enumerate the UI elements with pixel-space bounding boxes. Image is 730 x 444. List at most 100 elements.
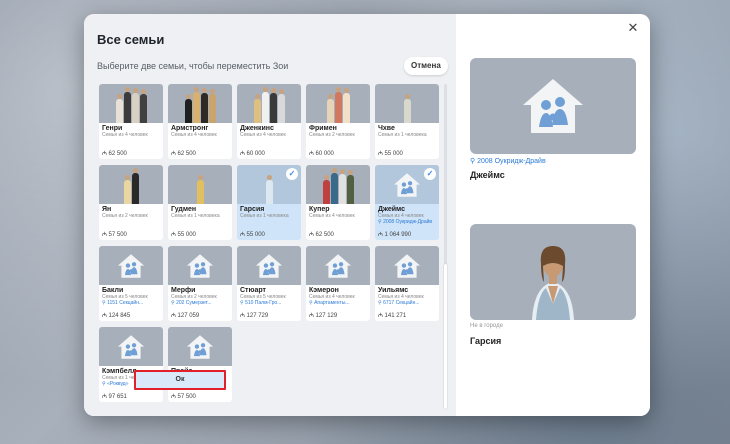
family-address-text: «Роквуд» bbox=[107, 381, 129, 387]
sim-figure bbox=[131, 168, 139, 204]
family-house-icon bbox=[186, 334, 214, 359]
ok-button[interactable]: Ок bbox=[134, 370, 226, 390]
family-card[interactable]: Кэмпбелл Семья из 1 человека ⚲ «Роквуд» ₼ 9… bbox=[99, 327, 163, 402]
family-card[interactable]: Купер Семья из 4 человек ₼ 62 500 bbox=[306, 165, 370, 240]
family-name: Армстронг bbox=[171, 125, 209, 132]
sim-figure bbox=[334, 87, 342, 123]
sim-figure bbox=[208, 89, 216, 123]
family-name: Чхве bbox=[378, 125, 395, 132]
family-name: Ян bbox=[102, 206, 112, 213]
family-address: ⚲ Апартаменты... bbox=[306, 300, 370, 306]
family-card[interactable]: ✓ Джеймс Семья из 4 человек ⚲ 2008 Оукридж-… bbox=[375, 165, 439, 240]
family-card[interactable]: Бакли Семья из 5 человек ⚲ 1151 Секцайн...… bbox=[99, 246, 163, 321]
family-address-text: Апартаменты... bbox=[314, 300, 350, 306]
family-size: Семья из 4 человек bbox=[102, 132, 148, 138]
family-members-figures bbox=[306, 86, 370, 123]
family-name: Бакли bbox=[102, 287, 124, 294]
family-card[interactable]: Армстронг Семья из 4 человек ₼ 62 500 bbox=[168, 84, 232, 159]
family-funds: ₼ 57 500 bbox=[171, 394, 196, 400]
sim-figure bbox=[115, 94, 123, 123]
family-name: Фримен bbox=[309, 125, 337, 132]
sim-figure bbox=[196, 175, 204, 204]
family-portrait bbox=[237, 246, 301, 285]
family-size: Семья из 1 человека bbox=[378, 132, 427, 138]
family-grid: Генри Семья из 4 человек ₼ 62 500 Армстронг… bbox=[99, 84, 439, 402]
family-portrait bbox=[99, 327, 163, 366]
family-funds: ₼ 62 500 bbox=[171, 151, 196, 157]
family-members-figures bbox=[99, 86, 163, 123]
family-card[interactable]: Гудмен Семья из 1 человека ₼ 55 000 bbox=[168, 165, 232, 240]
family-house-icon bbox=[393, 253, 421, 278]
family-card[interactable]: Генри Семья из 4 человек ₼ 62 500 bbox=[99, 84, 163, 159]
family-card[interactable]: Дженкинс Семья из 4 человек ₼ 60 000 bbox=[237, 84, 301, 159]
family-funds: ₼ 127 059 bbox=[171, 313, 200, 319]
selected-family-address[interactable]: ⚲ 2008 Оукридж-Драйв bbox=[470, 157, 546, 165]
family-name: Уильямс bbox=[378, 287, 409, 294]
family-funds: ₼ 60 000 bbox=[240, 151, 265, 157]
family-address: ⚲ 2008 Оукридж-Драйв bbox=[375, 219, 439, 225]
family-name: Мерфи bbox=[171, 287, 196, 294]
family-house-icon bbox=[117, 253, 145, 278]
selected-family-lot-image bbox=[470, 58, 636, 154]
family-members-figures bbox=[237, 86, 301, 123]
family-house-icon bbox=[186, 253, 214, 278]
family-portrait bbox=[168, 246, 232, 285]
family-size: Семья из 2 человек bbox=[309, 132, 355, 138]
family-name: Дженкинс bbox=[240, 125, 274, 132]
sim-figure bbox=[277, 89, 285, 123]
family-name: Гарсия bbox=[240, 206, 265, 213]
selected-family-name: Джеймс bbox=[470, 170, 505, 180]
sim-figure bbox=[346, 170, 354, 204]
selection-panel: ✕ ⚲ 2008 Оукридж-Драйв Джеймс Не в город… bbox=[456, 14, 650, 416]
family-funds: ₼ 62 500 bbox=[102, 151, 127, 157]
scrollbar-thumb[interactable] bbox=[444, 264, 447, 409]
close-icon[interactable]: ✕ bbox=[626, 22, 640, 36]
family-portrait bbox=[168, 84, 232, 123]
family-card[interactable]: Фримен Семья из 2 человек ₼ 60 000 bbox=[306, 84, 370, 159]
family-house-icon bbox=[324, 253, 352, 278]
family-funds: ₼ 141 271 bbox=[378, 313, 407, 319]
family-portrait bbox=[237, 84, 301, 123]
family-card[interactable]: Чхве Семья из 1 человека ₼ 55 000 bbox=[375, 84, 439, 159]
sim-figure bbox=[265, 175, 273, 204]
family-size: Семья из 1 человека bbox=[240, 213, 289, 219]
sim-figure bbox=[269, 88, 277, 123]
family-card[interactable]: ПрайсСемья из 3 человек₼ 57 500 bbox=[168, 327, 232, 402]
sim-figure bbox=[131, 88, 139, 123]
family-portrait bbox=[99, 165, 163, 204]
family-portrait bbox=[375, 246, 439, 285]
sim-portrait-figure bbox=[532, 246, 574, 320]
family-size: Семья из 1 человека bbox=[171, 213, 220, 219]
family-members-figures bbox=[375, 86, 439, 123]
sim-figure bbox=[184, 94, 192, 123]
family-name: Кэмерон bbox=[309, 287, 339, 294]
family-address-text: 6717 Секцайн... bbox=[383, 300, 420, 306]
sim-figure bbox=[322, 175, 330, 204]
sim-figure bbox=[403, 94, 411, 123]
family-members-figures bbox=[168, 86, 232, 123]
checkmark-icon: ✓ bbox=[286, 168, 298, 180]
cancel-button[interactable]: Отмена bbox=[404, 57, 448, 75]
location-pin-icon: ⚲ bbox=[470, 158, 476, 165]
scrollbar[interactable] bbox=[444, 84, 447, 409]
sim-figure bbox=[253, 94, 261, 123]
family-house-icon bbox=[523, 79, 583, 133]
family-funds: ₼ 60 000 bbox=[309, 151, 334, 157]
family-card[interactable]: Мерфи Семья из 2 человек ⚲ 202 Сумерзет...… bbox=[168, 246, 232, 321]
selected-sim-name: Гарсия bbox=[470, 336, 502, 346]
family-name: Гудмен bbox=[171, 206, 197, 213]
family-house-icon bbox=[255, 253, 283, 278]
family-funds: ₼ 55 000 bbox=[378, 151, 403, 157]
sim-figure bbox=[342, 88, 350, 123]
family-address: ⚲ 6717 Секцайн... bbox=[375, 300, 439, 306]
sim-figure bbox=[192, 87, 200, 123]
family-card[interactable]: Стюарт Семья из 5 человек ⚲ 510 Палм-Гро..… bbox=[237, 246, 301, 321]
family-house-icon bbox=[117, 334, 145, 359]
family-card[interactable]: ✓ Гарсия Семья из 1 человека ₼ 55 000 bbox=[237, 165, 301, 240]
family-size: Семья из 4 человек bbox=[240, 132, 286, 138]
family-card[interactable]: Кэмерон Семья из 4 человек ⚲ Апартаменты..… bbox=[306, 246, 370, 321]
family-card[interactable]: Уильямс Семья из 4 человек ⚲ 6717 Секцайн.… bbox=[375, 246, 439, 321]
family-size: Семья из 2 человек bbox=[102, 213, 148, 219]
family-card[interactable]: Ян Семья из 2 человек ₼ 57 500 bbox=[99, 165, 163, 240]
family-funds: ₼ 55 000 bbox=[171, 232, 196, 238]
